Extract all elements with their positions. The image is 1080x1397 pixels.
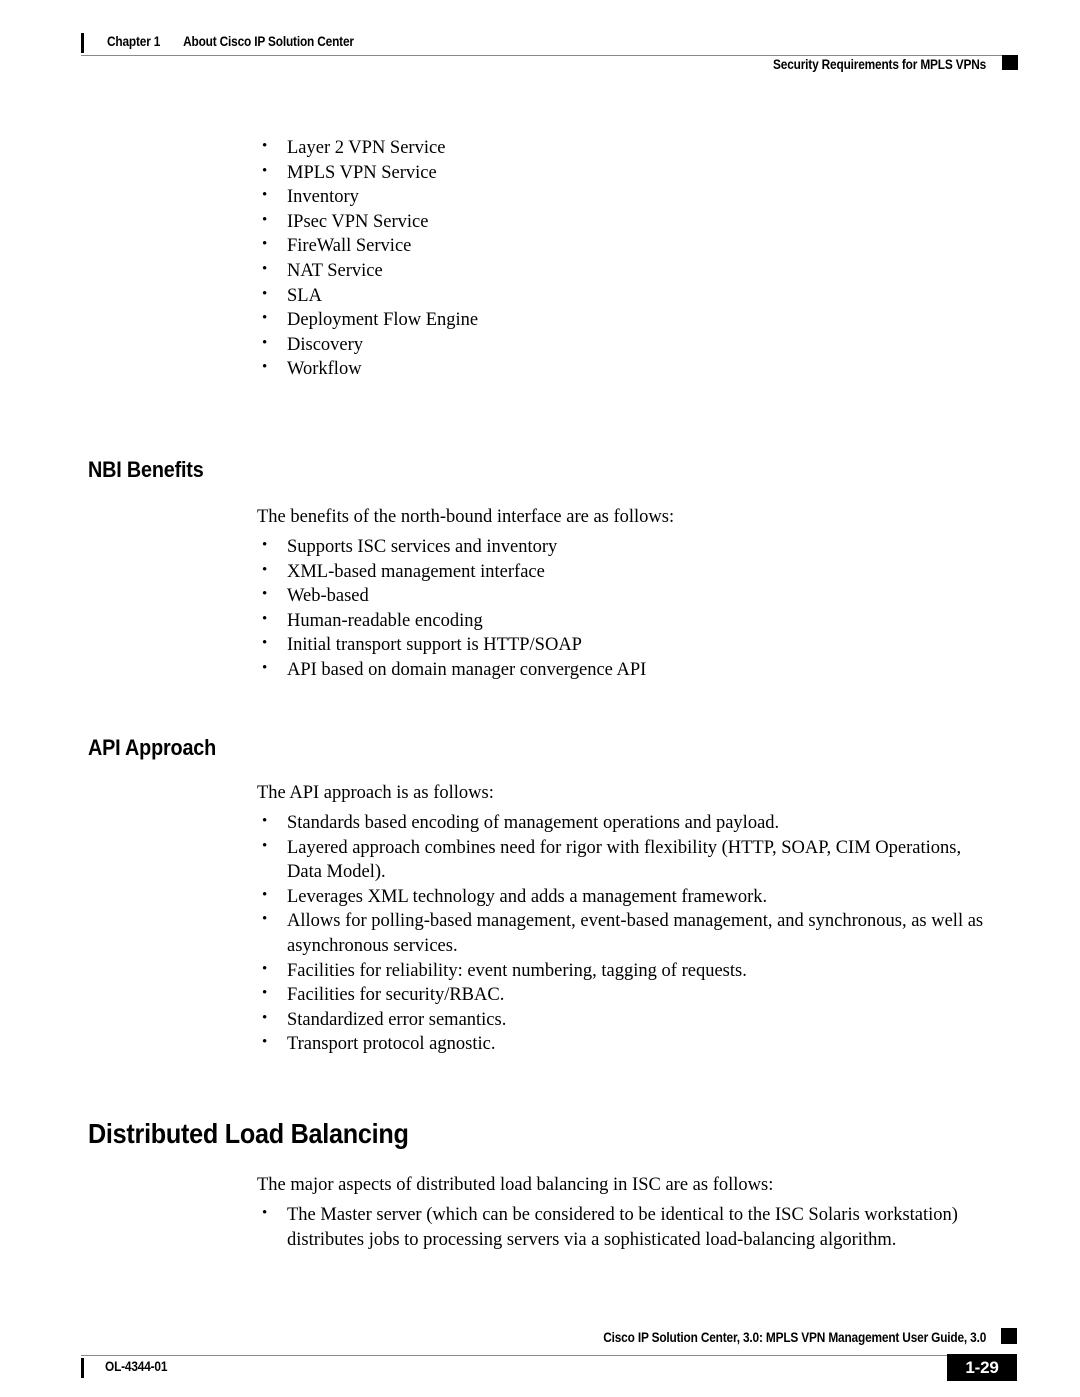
- footer-guide-title: Cisco IP Solution Center, 3.0: MPLS VPN …: [603, 1330, 986, 1345]
- page-number-badge: 1-29: [947, 1354, 1017, 1381]
- list-item: Inventory: [252, 184, 952, 210]
- header-divider: [81, 55, 1002, 56]
- header-chapter-line: Chapter 1 About Cisco IP Solution Center: [107, 34, 354, 49]
- footer-divider: [81, 1355, 1002, 1356]
- list-item: Deployment Flow Engine: [252, 307, 952, 333]
- header-marker-square-icon: [1002, 55, 1018, 70]
- list-item: SLA: [252, 283, 952, 309]
- header-chapter-title: About Cisco IP Solution Center: [183, 34, 354, 49]
- list-item: API based on domain manager convergence …: [252, 657, 952, 683]
- footer-change-bar: [81, 1358, 84, 1378]
- heading-api-approach: API Approach: [88, 735, 217, 760]
- list-item: IPsec VPN Service: [252, 209, 952, 235]
- list-item: Supports ISC services and inventory: [252, 534, 952, 560]
- distributed-load-balancing-intro: The major aspects of distributed load ba…: [257, 1175, 774, 1195]
- list-item: Discovery: [252, 332, 952, 358]
- list-item: XML-based management interface: [252, 559, 952, 585]
- list-item: Layered approach combines need for rigor…: [252, 835, 987, 885]
- list-item: Initial transport support is HTTP/SOAP: [252, 632, 952, 658]
- list-item: Layer 2 VPN Service: [252, 135, 952, 161]
- list-item: Human-readable encoding: [252, 608, 952, 634]
- footer-document-id: OL-4344-01: [105, 1359, 168, 1374]
- heading-nbi-benefits: NBI Benefits: [88, 457, 204, 482]
- document-page: Chapter 1 About Cisco IP Solution Center …: [0, 0, 1080, 1397]
- list-item: MPLS VPN Service: [252, 160, 952, 186]
- services-bullet-list: Layer 2 VPN Service MPLS VPN Service Inv…: [252, 135, 952, 382]
- list-item: Web-based: [252, 583, 952, 609]
- list-item: Standards based encoding of management o…: [252, 810, 987, 836]
- footer-marker-square-icon: [1001, 1328, 1017, 1344]
- list-item: FireWall Service: [252, 233, 952, 259]
- list-item: Allows for polling-based management, eve…: [252, 908, 987, 958]
- header-section-title: Security Requirements for MPLS VPNs: [772, 57, 986, 72]
- list-item: NAT Service: [252, 258, 952, 284]
- distributed-load-balancing-bullet-list: The Master server (which can be consider…: [252, 1202, 977, 1252]
- list-item: Standardized error semantics.: [252, 1007, 987, 1033]
- nbi-benefits-intro: The benefits of the north-bound interfac…: [257, 507, 675, 527]
- list-item: The Master server (which can be consider…: [252, 1202, 977, 1252]
- list-item: Facilities for security/RBAC.: [252, 982, 987, 1008]
- page-footer: [0, 1300, 1080, 1397]
- heading-distributed-load-balancing: Distributed Load Balancing: [88, 1118, 409, 1149]
- api-approach-intro: The API approach is as follows:: [257, 783, 494, 803]
- list-item: Facilities for reliability: event number…: [252, 958, 987, 984]
- list-item: Leverages XML technology and adds a mana…: [252, 884, 987, 910]
- list-item: Transport protocol agnostic.: [252, 1031, 987, 1057]
- list-item: Workflow: [252, 356, 952, 382]
- nbi-benefits-bullet-list: Supports ISC services and inventory XML-…: [252, 534, 952, 683]
- header-change-bar: [81, 33, 84, 53]
- api-approach-bullet-list: Standards based encoding of management o…: [252, 810, 987, 1057]
- header-chapter-number: Chapter 1: [107, 34, 161, 49]
- page-header: Chapter 1 About Cisco IP Solution Center …: [0, 0, 1080, 80]
